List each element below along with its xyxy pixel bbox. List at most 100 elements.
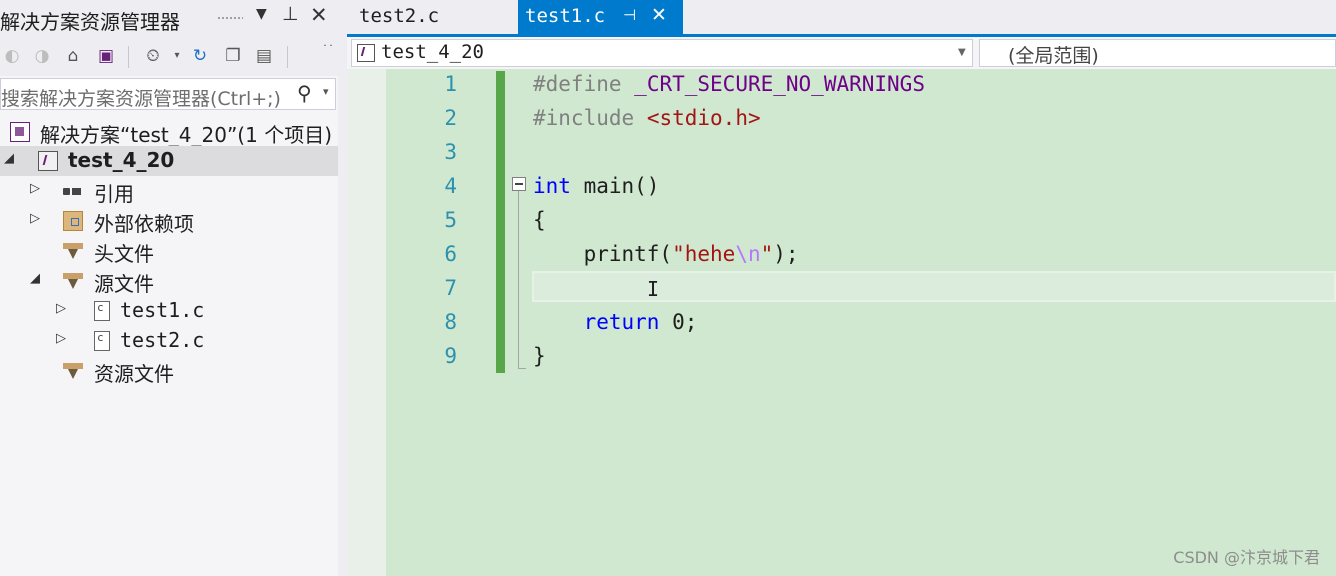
macro-name: _CRT_SECURE_NO_WARNINGS (634, 72, 925, 96)
toolbar-overflow-icon[interactable]: ˙˙ (316, 38, 338, 62)
outline-guide-end (518, 368, 526, 369)
code-line-1[interactable]: #define _CRT_SECURE_NO_WARNINGS (533, 72, 925, 96)
close-icon[interactable]: ✕ (310, 3, 328, 27)
home-icon[interactable]: ⌂ (61, 44, 85, 68)
keyword: int (533, 174, 571, 198)
code-line-2[interactable]: #include <stdio.h> (533, 106, 761, 130)
filter-folder-icon (63, 241, 83, 261)
back-icon[interactable]: ◐ (0, 44, 24, 68)
collapse-all-icon[interactable]: ❐ (221, 44, 245, 68)
navigation-bar: test_4_20 ▼ (全局范围) (347, 37, 1336, 69)
function-call: printf( (583, 242, 673, 266)
line-number: 4 (444, 174, 457, 198)
tree-item-label: 资源文件 (94, 362, 174, 386)
line-number: 9 (444, 344, 457, 368)
panel-title: 解决方案资源管理器 (0, 10, 180, 34)
tree-item-project[interactable]: ◢ test_4_20 (0, 146, 338, 176)
search-options-dropdown-icon[interactable]: ▾ (323, 85, 329, 98)
outline-collapse-icon[interactable] (512, 177, 526, 191)
tab-test1-c[interactable]: test1.c ⊣ ✕ (518, 0, 683, 34)
keyword: return (583, 310, 660, 334)
toolbar-separator (128, 46, 129, 68)
solution-explorer-titlebar: 解决方案资源管理器 ▼ ⊥ ✕ (0, 0, 338, 36)
forward-icon[interactable]: ◑ (30, 44, 54, 68)
pin-icon[interactable]: ⊥ (282, 3, 299, 25)
external-dependencies-icon (63, 211, 83, 231)
tab-label: test2.c (359, 5, 440, 27)
expand-arrow-icon[interactable]: ▷ (56, 331, 66, 346)
tree-item-label: 引用 (94, 182, 134, 206)
filter-folder-icon (63, 361, 83, 381)
refresh-icon[interactable]: ↻ (188, 44, 212, 68)
cpp-project-icon (357, 44, 375, 62)
vs-switch-views-icon[interactable]: ▣ (94, 44, 118, 68)
preprocessor-directive: #include (533, 106, 635, 130)
escape-sequence: \n (735, 242, 761, 266)
line-number: 8 (444, 310, 457, 334)
c-file-icon (94, 331, 110, 351)
code-editor[interactable]: 1 2 3 4 5 6 7 8 9 #define _CRT_SECURE_NO… (347, 69, 1336, 576)
selection-margin[interactable] (347, 69, 386, 576)
expand-arrow-icon[interactable]: ▷ (30, 211, 40, 226)
c-file-icon (94, 301, 110, 321)
string-literal: "hehe (672, 242, 736, 266)
function-name: main() (583, 174, 660, 198)
expand-arrow-icon[interactable]: ▷ (56, 301, 66, 316)
code-line-8[interactable]: return 0; (533, 310, 698, 334)
watermark: CSDN @汴京城下君 (1173, 548, 1320, 567)
cpp-project-icon (38, 151, 58, 171)
line-number: 3 (444, 140, 457, 164)
chevron-down-icon[interactable]: ▼ (958, 47, 966, 58)
solution-explorer-panel: 解决方案资源管理器 ▼ ⊥ ✕ ◐ ◑ ⌂ ▣ ⏲ ▾ ↻ ❐ ▤ ˙˙ 搜索解… (0, 0, 338, 576)
collapse-arrow-icon[interactable]: ◢ (4, 151, 14, 166)
line-number: 6 (444, 242, 457, 266)
close-tab-icon[interactable]: ✕ (651, 4, 667, 26)
code-line-9[interactable]: } (533, 344, 546, 368)
tree-item-external-dependencies[interactable]: ▷ 外部依赖项 (0, 206, 338, 236)
scope-dropdown-value: (全局范围) (1008, 45, 1099, 67)
preprocessor-directive: #define (533, 72, 622, 96)
scope-dropdown[interactable]: (全局范围) (979, 39, 1336, 67)
search-icon[interactable]: ⚲ (297, 81, 312, 105)
brace: { (533, 208, 546, 232)
tree-item-label: test_4_20 (68, 148, 175, 172)
brace: } (533, 344, 546, 368)
tree-item-label: 外部依赖项 (94, 212, 194, 236)
references-icon (62, 181, 82, 201)
tree-item-source-files[interactable]: ◢ 源文件 (0, 266, 338, 296)
tree-item-references[interactable]: ▷ 引用 (0, 176, 338, 206)
tree-item-header-files[interactable]: 头文件 (0, 236, 338, 266)
filter-dropdown-icon[interactable]: ▾ (165, 44, 189, 68)
project-dropdown-value: test_4_20 (381, 41, 484, 63)
call-tail: ); (773, 242, 799, 266)
toolbar-separator (287, 46, 288, 68)
string-literal-end: " (760, 242, 774, 266)
line-number: 7 (444, 276, 457, 300)
tree-item-label: 源文件 (94, 272, 154, 296)
code-line-5[interactable]: { (533, 208, 546, 232)
pin-tab-icon[interactable]: ⊣ (623, 6, 636, 24)
tree-item-test1-c[interactable]: ▷ test1.c (0, 296, 338, 326)
code-line-4[interactable]: int main() (533, 174, 659, 198)
panel-splitter[interactable] (338, 0, 347, 576)
tab-label: test1.c (525, 5, 606, 27)
line-number: 5 (444, 208, 457, 232)
outline-guide-line (518, 191, 519, 369)
change-tracking-bar (496, 71, 505, 373)
window-position-dropdown-icon[interactable]: ▼ (256, 6, 267, 22)
collapse-arrow-icon[interactable]: ◢ (30, 271, 40, 286)
expand-arrow-icon[interactable]: ▷ (30, 181, 40, 196)
include-header: <stdio.h> (646, 106, 761, 130)
tree-item-resource-files[interactable]: 资源文件 (0, 356, 338, 386)
return-value: 0; (672, 310, 698, 334)
tree-item-test2-c[interactable]: ▷ test2.c (0, 326, 338, 356)
tab-test2-c[interactable]: test2.c (347, 0, 515, 34)
properties-icon[interactable]: ▤ (252, 44, 276, 68)
pending-changes-filter-icon[interactable]: ⏲ (141, 44, 165, 68)
solution-search-input[interactable]: 搜索解决方案资源管理器(Ctrl+;) ⚲ ▾ (0, 78, 336, 110)
drag-grip[interactable] (217, 16, 243, 20)
tree-item-label: test1.c (120, 298, 205, 322)
tree-item-solution[interactable]: 解决方案“test_4_20”(1 个项目) (0, 117, 338, 147)
code-line-6[interactable]: printf("hehe\n"); (533, 242, 799, 266)
project-dropdown[interactable]: test_4_20 ▼ (351, 39, 973, 67)
